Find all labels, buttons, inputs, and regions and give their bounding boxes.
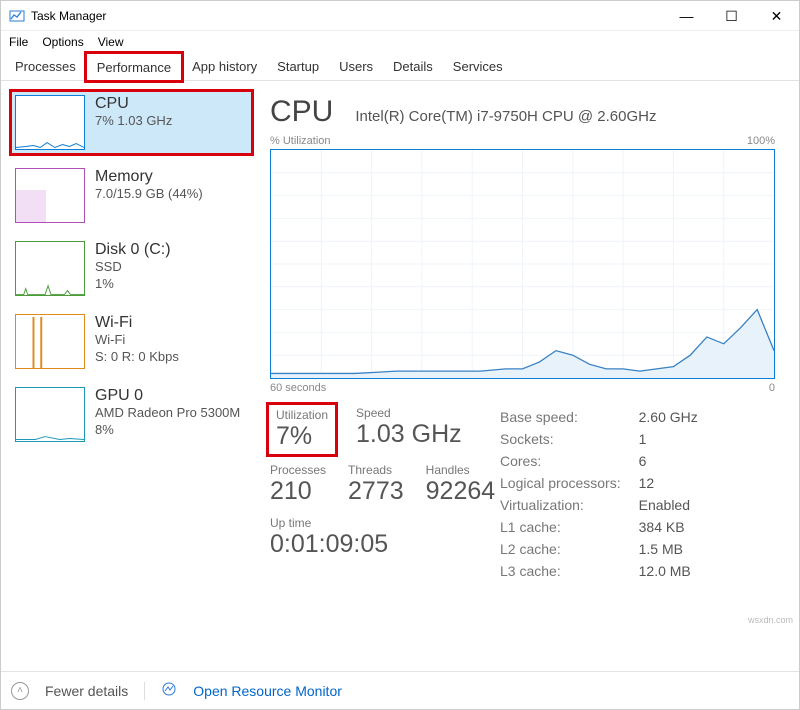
cpu-utilization-chart[interactable]	[270, 149, 775, 379]
cpu-thumbnail-icon	[15, 95, 85, 150]
wifi-thumbnail-icon	[15, 314, 85, 369]
open-resource-monitor-link[interactable]: Open Resource Monitor	[193, 683, 342, 699]
specs-table: Base speed:2.60 GHz Sockets:1 Cores:6 Lo…	[500, 406, 698, 582]
resmon-icon	[161, 681, 177, 700]
wifi-sub2: S: 0 R: 0 Kbps	[95, 349, 179, 366]
fewer-details-link[interactable]: Fewer details	[45, 683, 128, 699]
axis-top-right: 100%	[747, 135, 775, 147]
watermark: wsxdn.com	[748, 615, 793, 625]
panel-subtitle: Intel(R) Core(TM) i7-9750H CPU @ 2.60GHz	[355, 108, 656, 125]
menu-view[interactable]: View	[96, 33, 126, 51]
menu-file[interactable]: File	[7, 33, 30, 51]
processes-metric: Processes 210	[270, 463, 326, 506]
tab-details[interactable]: Details	[383, 53, 443, 80]
disk-sub2: 1%	[95, 276, 171, 293]
sidebar-item-cpu[interactable]: CPU 7% 1.03 GHz	[11, 91, 252, 154]
tab-app-history[interactable]: App history	[182, 53, 267, 80]
sidebar: CPU 7% 1.03 GHz Memory 7.0/15.9 GB (44%)…	[1, 81, 256, 641]
disk-sub1: SSD	[95, 259, 171, 276]
sidebar-item-wifi[interactable]: Wi-Fi Wi-Fi S: 0 R: 0 Kbps	[11, 310, 252, 373]
memory-sub: 7.0/15.9 GB (44%)	[95, 186, 203, 203]
memory-thumbnail-icon	[15, 168, 85, 223]
cpu-title: CPU	[95, 95, 172, 113]
menu-options[interactable]: Options	[40, 33, 85, 51]
titlebar: Task Manager — ☐ ✕	[1, 1, 799, 31]
window-title: Task Manager	[31, 9, 664, 23]
maximize-button[interactable]: ☐	[709, 1, 754, 31]
wifi-sub1: Wi-Fi	[95, 332, 179, 349]
panel-title: CPU	[270, 95, 333, 129]
axis-bottom-left: 60 seconds	[270, 382, 326, 394]
uptime-metric: Up time 0:01:09:05	[270, 516, 388, 559]
speed-metric: Speed 1.03 GHz	[356, 406, 462, 453]
tab-processes[interactable]: Processes	[5, 53, 86, 80]
detail-panel: CPU Intel(R) Core(TM) i7-9750H CPU @ 2.6…	[256, 81, 799, 641]
footer-separator	[144, 682, 145, 700]
fewer-details-icon[interactable]: ˄	[11, 682, 29, 700]
tab-performance[interactable]: Performance	[86, 53, 182, 81]
tab-startup[interactable]: Startup	[267, 53, 329, 80]
handles-metric: Handles 92264	[426, 463, 496, 506]
disk-title: Disk 0 (C:)	[95, 241, 171, 259]
footer: ˄ Fewer details Open Resource Monitor	[1, 671, 799, 709]
sidebar-item-disk[interactable]: Disk 0 (C:) SSD 1%	[11, 237, 252, 300]
gpu-thumbnail-icon	[15, 387, 85, 442]
disk-thumbnail-icon	[15, 241, 85, 296]
main: CPU 7% 1.03 GHz Memory 7.0/15.9 GB (44%)…	[1, 81, 799, 641]
menubar: File Options View	[1, 31, 799, 53]
utilization-metric: Utilization 7%	[270, 406, 334, 453]
sidebar-item-memory[interactable]: Memory 7.0/15.9 GB (44%)	[11, 164, 252, 227]
axis-bottom-right: 0	[769, 382, 775, 394]
axis-top-left: % Utilization	[270, 135, 331, 147]
threads-metric: Threads 2773	[348, 463, 404, 506]
close-button[interactable]: ✕	[754, 1, 799, 31]
gpu-title: GPU 0	[95, 387, 240, 405]
gpu-sub2: 8%	[95, 422, 240, 439]
taskmgr-icon	[9, 8, 25, 24]
gpu-sub1: AMD Radeon Pro 5300M	[95, 405, 240, 422]
minimize-button[interactable]: —	[664, 1, 709, 31]
sidebar-item-gpu[interactable]: GPU 0 AMD Radeon Pro 5300M 8%	[11, 383, 252, 446]
cpu-sub: 7% 1.03 GHz	[95, 113, 172, 130]
memory-title: Memory	[95, 168, 203, 186]
tab-services[interactable]: Services	[443, 53, 513, 80]
wifi-title: Wi-Fi	[95, 314, 179, 332]
tab-users[interactable]: Users	[329, 53, 383, 80]
tabs: Processes Performance App history Startu…	[1, 53, 799, 81]
